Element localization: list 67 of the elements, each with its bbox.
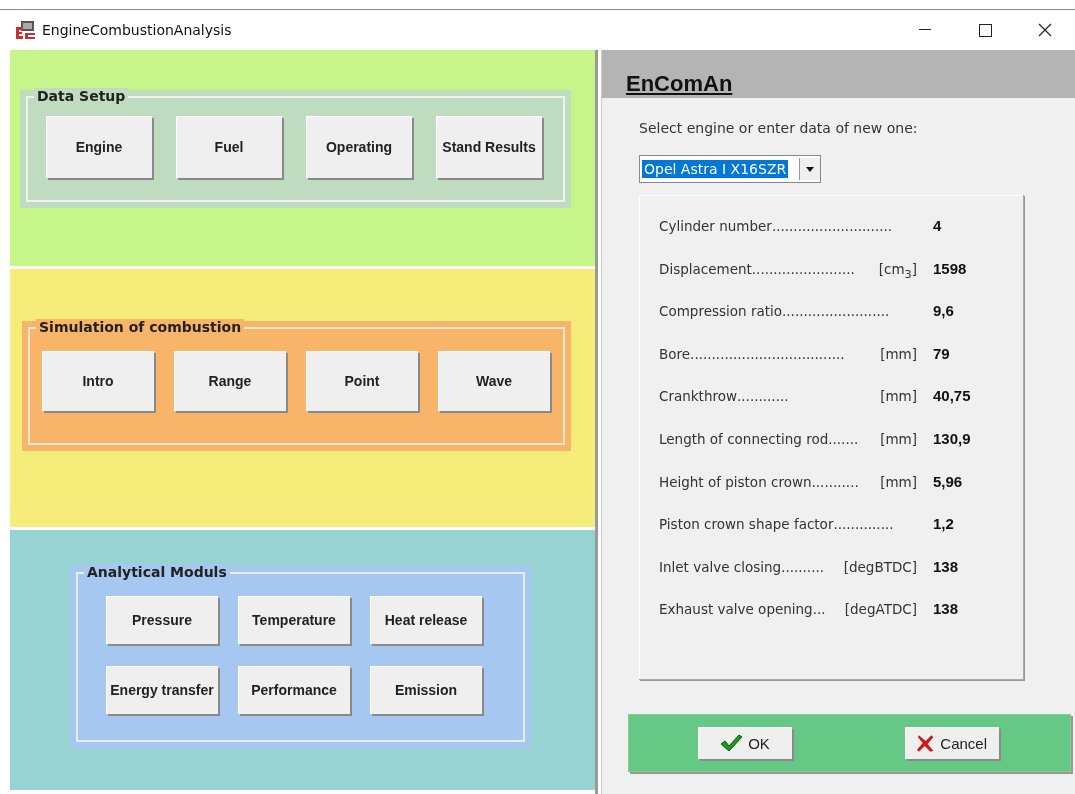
parameter-value: 1,2 <box>933 515 954 533</box>
module-button[interactable]: Wave <box>438 351 550 411</box>
group-title: Analytical Moduls <box>84 564 230 580</box>
parameter-unit: [cm$_{3}$] <box>878 260 917 281</box>
leader-dots: .................................... <box>690 345 845 362</box>
module-button[interactable]: Heat release <box>370 596 482 644</box>
cancel-button[interactable]: Cancel <box>905 727 999 759</box>
module-button[interactable]: Performance <box>238 666 350 714</box>
parameter-name: Compression ratio <box>659 303 783 320</box>
parameter-unit: [degBTDC] <box>843 558 917 575</box>
group-title: Simulation of combustion <box>36 319 245 335</box>
app-logo-icon <box>16 21 36 39</box>
module-button[interactable]: Point <box>306 351 418 411</box>
leader-dots: ......................... <box>782 303 890 320</box>
leader-dots: .............. <box>833 516 894 533</box>
leader-dots: ........... <box>811 473 859 490</box>
parameter-value: 1598 <box>933 259 967 277</box>
parameter-value: 9,6 <box>933 302 954 320</box>
module-button[interactable]: Engine <box>46 116 152 178</box>
parameter-value: 138 <box>933 600 959 618</box>
minimize-icon <box>919 29 931 31</box>
engine-dropdown[interactable]: Opel Astra I X16SZR <box>639 155 821 183</box>
parameter-name: Displacement <box>659 260 752 279</box>
leader-dots: ............ <box>737 388 789 405</box>
parameter-name: Exhaust valve opening <box>659 601 813 618</box>
module-button[interactable]: Energy transfer <box>106 666 218 714</box>
parameter-unit: [mm] <box>880 388 917 405</box>
parameter-unit: [mm] <box>880 430 917 447</box>
module-button[interactable]: Pressure <box>106 596 218 644</box>
close-icon <box>1038 23 1052 37</box>
group-title: Data Setup <box>34 88 129 104</box>
parameter-value: 5,96 <box>933 472 963 490</box>
ok-button[interactable]: OK <box>698 727 792 759</box>
parameter-name: Height of piston crown <box>659 473 812 490</box>
module-button[interactable]: Operating <box>306 116 412 178</box>
parameter-value: 40,75 <box>933 387 971 405</box>
parameter-value: 4 <box>933 217 942 234</box>
parameter-name: Length of connecting rod <box>659 430 829 447</box>
parameter-name: Piston crown shape factor <box>659 516 834 533</box>
parameter-unit: [mm] <box>880 473 917 490</box>
module-button[interactable]: Fuel <box>176 116 282 178</box>
module-button[interactable]: Emission <box>370 666 482 714</box>
leader-dots: .......... <box>781 558 825 575</box>
parameter-name: Crankthrow <box>659 388 738 405</box>
module-button[interactable]: Range <box>174 351 286 411</box>
parameter-name: Bore <box>659 345 691 362</box>
module-button[interactable]: Temperature <box>238 596 350 644</box>
maximize-icon <box>978 23 992 37</box>
leader-dots: ............................ <box>771 218 893 234</box>
window-title: EngineCombustionAnalysis <box>42 22 232 38</box>
leader-dots: ....... <box>828 430 859 447</box>
cross-icon <box>917 734 935 752</box>
parameter-unit: [degATDC] <box>844 601 917 618</box>
parameter-value: 79 <box>933 344 950 362</box>
prompt-text: Select engine or enter data of new one: <box>639 120 919 136</box>
dropdown-arrow-icon <box>806 166 814 172</box>
module-button[interactable]: Intro <box>42 351 154 411</box>
parameter-value: 130,9 <box>933 429 971 447</box>
parameter-name: Cylinder number <box>659 218 772 234</box>
check-icon <box>720 734 743 752</box>
leader-dots: ... <box>812 601 826 618</box>
parameter-value: 138 <box>933 557 959 575</box>
parameter-unit: [mm] <box>880 345 917 362</box>
module-button[interactable]: Stand Results <box>436 116 542 178</box>
dialog-heading: EnComAn <box>626 71 733 97</box>
parameter-name: Inlet valve closing <box>659 558 782 575</box>
leader-dots: ........................ <box>751 260 855 279</box>
